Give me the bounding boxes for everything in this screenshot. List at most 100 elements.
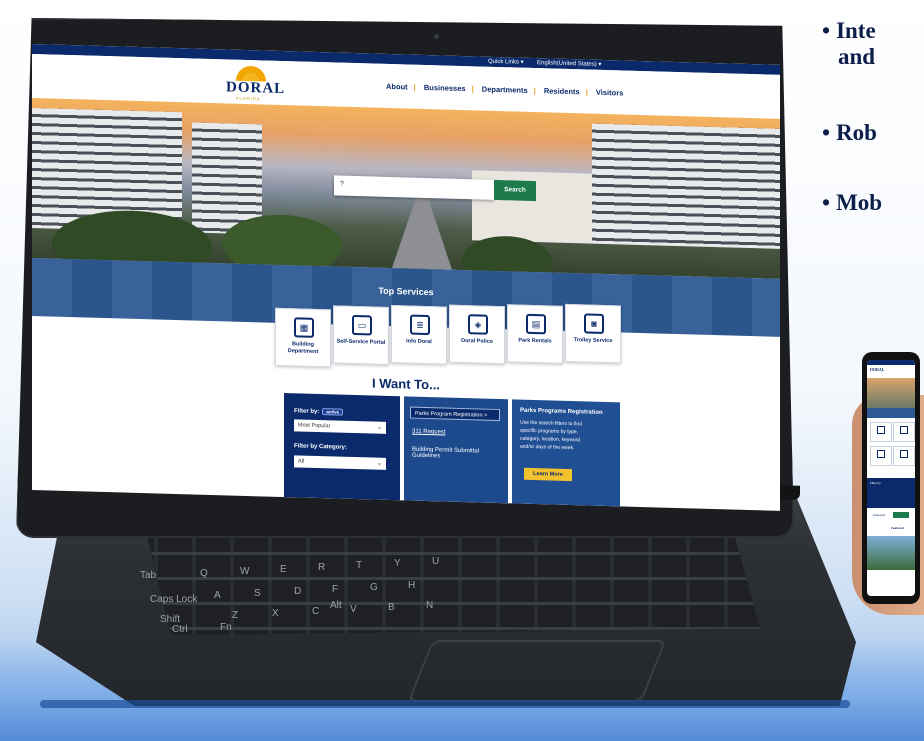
filter-select-value: Most Popular bbox=[298, 422, 331, 430]
police-badge-icon bbox=[877, 450, 885, 458]
nav-departments[interactable]: Departments bbox=[482, 85, 528, 95]
nav-separator: | bbox=[585, 87, 588, 97]
logo-subtitle: FLORIDA bbox=[236, 95, 261, 102]
service-card-trolley[interactable]: ◙ Trolley Service bbox=[565, 303, 621, 364]
detail-panel: Parks Programs Registration Use the sear… bbox=[512, 399, 620, 507]
service-card-info-doral[interactable]: ≣ Info Doral bbox=[391, 305, 447, 365]
key-q: Q bbox=[200, 568, 208, 579]
laptop-screen: Quick Links ▾ English(United States) ▾ D… bbox=[32, 44, 780, 511]
trolley-icon: ◙ bbox=[584, 313, 604, 334]
key-y: Y bbox=[394, 558, 401, 569]
search-input-value: ? bbox=[340, 180, 344, 188]
quick-links-menu[interactable]: Quick Links ▾ bbox=[488, 58, 524, 66]
doral-logo[interactable]: DORAL FLORIDA bbox=[222, 65, 285, 102]
document-icon: ≣ bbox=[410, 314, 430, 336]
key-alt: Alt bbox=[330, 600, 342, 611]
key-f: F bbox=[332, 584, 339, 595]
laptop-trackpad bbox=[407, 640, 667, 702]
learn-more-button[interactable]: Learn More bbox=[524, 467, 572, 482]
nav-separator: | bbox=[471, 84, 474, 94]
key-b: B bbox=[388, 602, 395, 613]
chevron-down-icon: ⌄ bbox=[376, 424, 382, 431]
link-building-permit[interactable]: Building Permit Submittal Guidelines bbox=[412, 447, 502, 462]
nav-about[interactable]: About bbox=[386, 82, 408, 92]
service-card-label: Info Doral bbox=[406, 338, 432, 346]
service-card-label: Park Rentals bbox=[518, 337, 552, 345]
nav-businesses[interactable]: Businesses bbox=[424, 83, 466, 93]
monitor-icon: ▭ bbox=[352, 314, 372, 336]
building-icon bbox=[877, 426, 885, 434]
service-card-label: Building Department bbox=[287, 341, 319, 355]
bullet-robust: • Rob bbox=[822, 120, 877, 145]
bullet-mobile: • Mob bbox=[822, 190, 883, 215]
service-card-label: Doral Police bbox=[461, 337, 493, 345]
link-311-request[interactable]: 311 Request bbox=[412, 429, 446, 436]
key-fn: Fn bbox=[220, 622, 232, 633]
key-c: C bbox=[312, 606, 320, 617]
phone-service-card[interactable] bbox=[870, 422, 892, 442]
nav-separator: | bbox=[533, 86, 536, 96]
phone-service-card[interactable] bbox=[870, 446, 892, 466]
phone-services-band bbox=[867, 408, 915, 418]
phone-featured-photo[interactable] bbox=[867, 536, 915, 570]
key-g: G bbox=[370, 582, 378, 593]
service-card-building[interactable]: ▦ Building Department bbox=[275, 307, 331, 368]
key-tab: Tab bbox=[140, 570, 157, 581]
service-card-portal[interactable]: ▭ Self-Service Portal bbox=[333, 305, 389, 365]
nav-visitors[interactable]: Visitors bbox=[596, 88, 623, 98]
phone-tab-active[interactable] bbox=[893, 512, 909, 518]
phone-service-card[interactable] bbox=[893, 446, 915, 466]
phone-logo[interactable]: DORAL bbox=[870, 367, 884, 372]
key-r: R bbox=[318, 562, 326, 573]
chevron-down-icon: ⌄ bbox=[376, 460, 382, 467]
category-label: Filter by Category: bbox=[294, 443, 348, 451]
category-select[interactable]: All ⌄ bbox=[294, 455, 386, 470]
detail-line: and/or days of the week. bbox=[520, 443, 575, 452]
key-s: S bbox=[254, 588, 261, 599]
filter-select[interactable]: Most Popular ⌄ bbox=[294, 419, 386, 434]
phone-utility-bar bbox=[867, 360, 915, 365]
webcam-icon bbox=[434, 34, 439, 39]
detail-line: category, location, keyword bbox=[520, 435, 581, 444]
detail-line: Use the search filters to find bbox=[520, 419, 582, 428]
bullet-integration-cont: and bbox=[838, 44, 876, 69]
nav-separator: | bbox=[413, 82, 416, 92]
monitor-icon bbox=[900, 426, 908, 434]
key-v: V bbox=[350, 604, 357, 615]
document-icon bbox=[900, 450, 908, 458]
phone-tab-featured[interactable]: Featured bbox=[873, 513, 885, 517]
key-e: E bbox=[280, 564, 287, 575]
filter-panel: Filter by: active Most Popular ⌄ Filter b… bbox=[284, 393, 400, 501]
building-icon: ▦ bbox=[294, 317, 314, 338]
key-d: D bbox=[294, 586, 302, 597]
service-card-label: Trolley Service bbox=[573, 337, 613, 345]
search-button[interactable]: Search bbox=[494, 179, 536, 202]
phone-featured-title: Featured bbox=[891, 526, 904, 530]
links-panel: Parks Program Registration > 311 Request… bbox=[404, 396, 508, 504]
key-t: T bbox=[356, 560, 363, 571]
key-z: Z bbox=[232, 610, 239, 621]
phone-filter-panel: Filter by: bbox=[867, 478, 915, 508]
key-caps: Caps Lock bbox=[150, 594, 198, 605]
phone-service-card[interactable] bbox=[893, 422, 915, 442]
phone-hero-photo bbox=[867, 378, 915, 408]
key-ctrl: Ctrl bbox=[172, 624, 188, 635]
language-selector[interactable]: English(United States) ▾ bbox=[537, 59, 601, 68]
service-card-park-rentals[interactable]: ▤ Park Rentals bbox=[507, 304, 563, 364]
filter-active-badge: active bbox=[322, 408, 344, 416]
link-parks-registration[interactable]: Parks Program Registration > bbox=[410, 406, 500, 422]
police-badge-icon: ◈ bbox=[468, 314, 488, 335]
filter-by-label: Filter by: active bbox=[294, 407, 344, 416]
key-h: H bbox=[408, 580, 416, 591]
detail-line: specific programs by type, bbox=[520, 427, 579, 436]
key-w: W bbox=[240, 566, 250, 577]
phone-filter-label: Filter by: bbox=[870, 481, 882, 485]
key-a: A bbox=[214, 590, 221, 601]
nav-residents[interactable]: Residents bbox=[544, 86, 580, 96]
main-nav: About | Businesses | Departments | Resident… bbox=[386, 82, 623, 98]
bullet-integration: • Inte bbox=[822, 18, 876, 43]
service-card-police[interactable]: ◈ Doral Police bbox=[449, 304, 505, 365]
laptop-base-edge bbox=[40, 700, 850, 708]
hero-road bbox=[392, 188, 452, 270]
key-x: X bbox=[272, 608, 279, 619]
